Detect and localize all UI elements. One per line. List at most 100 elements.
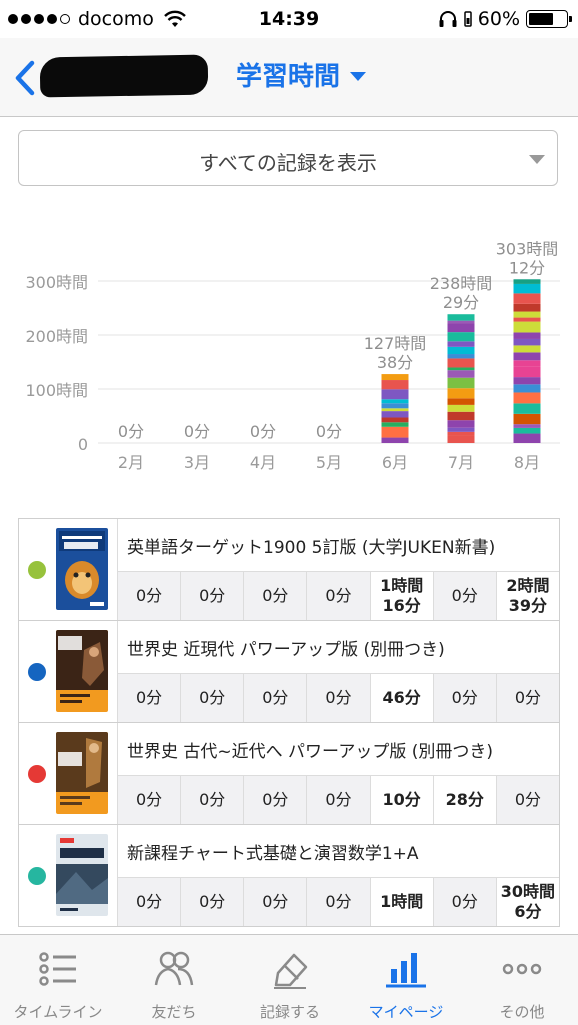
y-tick-label: 100時間: [25, 381, 88, 400]
book-row-3[interactable]: 新課程チャート式基礎と演習数学1+A 0分 0分 0分 0分 1時間 0分 30…: [19, 825, 559, 927]
nav-title: 学習時間: [236, 62, 341, 92]
bar-segment: [513, 279, 541, 284]
month-cell: 0分: [244, 674, 308, 722]
y-tick-label: 200時間: [25, 327, 88, 346]
bar-segment: [381, 408, 409, 412]
month-cell: 0分: [433, 878, 497, 926]
bar-segment: [447, 341, 475, 347]
bar-segment: [513, 352, 541, 361]
list-icon: [39, 952, 76, 986]
month-cells: 0分 0分 0分 0分 1時間 16分 0分 2時間 39分: [118, 571, 559, 620]
tab-label: マイページ: [368, 1003, 444, 1021]
x-tick-label: 5月: [316, 453, 342, 472]
redacted-name: [39, 54, 209, 98]
month-cell: 0分: [496, 776, 559, 824]
bar-segment: [513, 413, 541, 425]
bar-segment: [381, 374, 409, 381]
dropdown-arrow-icon: [529, 155, 545, 164]
x-tick-label: 2月: [118, 453, 144, 472]
month-cells: 0分 0分 0分 0分 10分 28分 0分: [118, 775, 559, 824]
month-cell: 0分: [307, 674, 371, 722]
bar-segment: [513, 392, 541, 404]
month-cell: 0分: [244, 776, 308, 824]
book-cover-image: [56, 834, 108, 916]
book-row-0[interactable]: 英単語ターゲット1900 5訂版 (大学JUKEN新書) 0分 0分 0分 0分…: [19, 519, 559, 621]
bar-segment: [447, 332, 475, 342]
tab-bar: タイムライン 友だち 記録する マイページ その他: [0, 934, 578, 1025]
tab-more[interactable]: その他: [464, 935, 578, 1025]
month-cell: 0分: [307, 776, 371, 824]
bar-segment: [381, 389, 409, 400]
month-cell: 0分: [118, 878, 182, 926]
book-row-1[interactable]: 世界史 近現代 パワーアップ版 (別冊つき) 0分 0分 0分 0分 46分 0…: [19, 621, 559, 723]
bar-segment: [447, 314, 475, 321]
month-cell: 0分: [181, 572, 245, 620]
battery-percent: 60%: [477, 8, 520, 30]
month-cell: 28分: [433, 776, 497, 824]
bar-segment: [447, 377, 475, 389]
month-cell: 0分: [181, 878, 245, 926]
month-cell: 1時間 16分: [370, 572, 434, 620]
bar-segment: [513, 360, 541, 367]
tab-label: 記録する: [259, 1003, 320, 1021]
bar-value-label: 303時間: [496, 239, 559, 258]
bar-segment: [447, 427, 475, 432]
month-cell: 0分: [244, 878, 308, 926]
bar-segment: [513, 403, 541, 414]
month-cell: 30時間 6分: [496, 878, 559, 926]
bar-segment: [513, 384, 541, 393]
bar-segment: [381, 426, 409, 438]
tab-mypage[interactable]: マイページ: [348, 935, 464, 1025]
month-cell: 0分: [244, 572, 308, 620]
y-tick-label: 0: [78, 435, 88, 454]
bar-segment: [381, 399, 409, 404]
month-cell: 0分: [496, 674, 559, 722]
bar-value-label: 38分: [377, 353, 413, 372]
book-title: 新課程チャート式基礎と演習数学1+A: [127, 844, 419, 864]
book-cover-image: [56, 630, 108, 712]
bar-value-label: 0分: [316, 422, 342, 441]
month-cells: 0分 0分 0分 0分 1時間 0分 30時間 6分: [118, 877, 559, 926]
month-cell: 10分: [370, 776, 434, 824]
nav-title-dropdown[interactable]: 学習時間: [236, 56, 367, 93]
bar-segment: [447, 346, 475, 355]
month-cell: 0分: [118, 776, 182, 824]
bar-segment: [447, 320, 475, 324]
bar-segment: [513, 293, 541, 304]
month-cell: 0分: [118, 674, 182, 722]
bar-value-label: 0分: [250, 422, 276, 441]
bar-segment: [513, 338, 541, 346]
bar-segment: [513, 433, 541, 443]
bar-segment: [381, 437, 409, 443]
x-tick-label: 4月: [250, 453, 276, 472]
tab-record[interactable]: 記録する: [232, 935, 348, 1025]
bar-value-label: 238時間: [430, 274, 493, 293]
book-title: 世界史 近現代 パワーアップ版 (別冊つき): [127, 640, 445, 660]
book-title: 世界史 古代~近代へ パワーアップ版 (別冊つき): [127, 742, 494, 762]
tab-label: その他: [499, 1003, 545, 1021]
book-color-dot: [28, 765, 46, 783]
bar-segment: [513, 332, 541, 339]
bar-value-label: 12分: [509, 258, 545, 277]
record-filter-select[interactable]: すべての記録を表示: [18, 130, 558, 186]
book-cover-image: [56, 528, 108, 610]
friends-icon: [154, 951, 194, 986]
bar-segment: [447, 398, 475, 405]
book-cover-image: [56, 732, 108, 814]
x-tick-label: 7月: [448, 453, 474, 472]
bar-segment: [447, 435, 475, 443]
bar-segment: [513, 366, 541, 378]
bar-segment: [447, 370, 475, 378]
book-color-dot: [28, 867, 46, 885]
tab-label: 友だち: [151, 1003, 197, 1021]
pencil-icon: [274, 953, 308, 989]
bar-segment: [381, 403, 409, 409]
back-chevron-icon[interactable]: [10, 60, 40, 96]
tab-friends[interactable]: 友だち: [116, 935, 232, 1025]
bar-segment: [447, 354, 475, 359]
tab-timeline[interactable]: タイムライン: [0, 935, 116, 1025]
book-row-2[interactable]: 世界史 古代~近代へ パワーアップ版 (別冊つき) 0分 0分 0分 0分 10…: [19, 723, 559, 825]
bar-segment: [447, 358, 475, 368]
bar-segment: [447, 431, 475, 436]
book-title: 英単語ターゲット1900 5訂版 (大学JUKEN新書): [127, 538, 496, 558]
